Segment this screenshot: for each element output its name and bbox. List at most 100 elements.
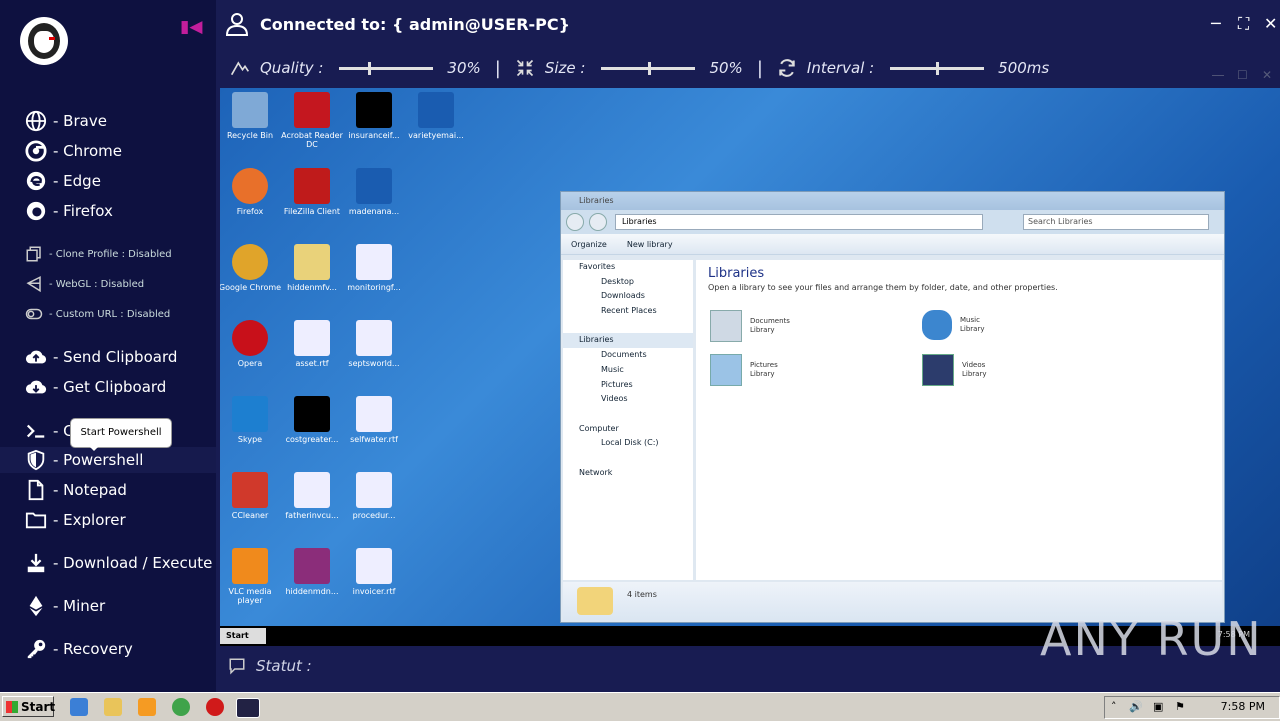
folder-icon bbox=[25, 512, 47, 529]
organize-button[interactable]: Organize bbox=[571, 240, 607, 249]
explorer-icon[interactable] bbox=[104, 698, 122, 716]
desktop-icon[interactable]: fatherinvcu... bbox=[280, 472, 344, 520]
library-item[interactable]: Documents Library bbox=[710, 310, 790, 342]
volume-icon[interactable]: 🔊 bbox=[1129, 700, 1143, 713]
nav-item[interactable]: Libraries bbox=[563, 333, 693, 349]
sidebar-item-powershell[interactable]: - Powershell bbox=[25, 448, 143, 472]
sidebar-item-custom-url[interactable]: - Custom URL : Disabled bbox=[25, 302, 170, 326]
desktop-icon-label: fatherinvcu... bbox=[285, 511, 339, 520]
nav-item[interactable]: Recent Places bbox=[563, 304, 693, 319]
sidebar-item-recovery[interactable]: - Recovery bbox=[25, 637, 133, 661]
desktop-icon-graphic bbox=[294, 320, 330, 356]
desktop-icon[interactable]: monitoringf... bbox=[342, 244, 406, 292]
sidebar-item-brave[interactable]: - Brave bbox=[25, 109, 107, 133]
quality-slider[interactable] bbox=[339, 61, 434, 75]
desktop-icon-graphic bbox=[356, 320, 392, 356]
nav-item[interactable]: Pictures bbox=[563, 378, 693, 393]
nav-item[interactable]: Favorites bbox=[563, 260, 693, 275]
tray-expand-icon[interactable]: ˄ bbox=[1111, 700, 1117, 713]
minimize-icon[interactable]: ─ bbox=[1211, 14, 1221, 33]
remote-desktop-view[interactable]: Recycle Bin Acrobat Reader DC insuranceif.… bbox=[220, 88, 1280, 646]
nav-item[interactable]: Desktop bbox=[563, 275, 693, 290]
sidebar-item-clone-profile[interactable]: - Clone Profile : Disabled bbox=[25, 242, 172, 266]
desktop-icon[interactable]: Acrobat Reader DC bbox=[280, 92, 344, 149]
remote-maximize-icon[interactable]: ☐ bbox=[1237, 68, 1248, 82]
taskbar-clock: 7:58 PM bbox=[1220, 700, 1265, 713]
desktop-icon[interactable]: VLC media player bbox=[220, 548, 282, 605]
desktop-icon-label: hiddenmdn... bbox=[285, 587, 339, 596]
nav-item[interactable]: Local Disk (C:) bbox=[563, 436, 693, 451]
search-input[interactable]: Search Libraries bbox=[1023, 214, 1209, 230]
remote-close-icon[interactable]: ✕ bbox=[1262, 68, 1272, 82]
nav-item[interactable]: Videos bbox=[563, 392, 693, 407]
sidebar-item-get-clipboard[interactable]: - Get Clipboard bbox=[25, 375, 166, 399]
remote-minimize-icon[interactable]: ― bbox=[1212, 68, 1224, 82]
connection-title: Connected to: { admin@USER-PC} bbox=[260, 14, 571, 34]
sidebar-item-miner[interactable]: - Miner bbox=[25, 594, 105, 618]
collapse-sidebar-icon[interactable]: ▮◀ bbox=[180, 17, 202, 37]
desktop-icon[interactable]: Firefox bbox=[220, 168, 282, 216]
flag-icon[interactable]: ⚑ bbox=[1175, 700, 1185, 713]
back-icon[interactable] bbox=[566, 213, 584, 231]
sidebar-item-chrome[interactable]: - Chrome bbox=[25, 139, 122, 163]
sidebar-item-cmd[interactable]: - C bbox=[25, 419, 74, 443]
nav-item[interactable]: Downloads bbox=[563, 289, 693, 304]
desktop-icon[interactable]: CCleaner bbox=[220, 472, 282, 520]
nav-item[interactable]: Music bbox=[563, 363, 693, 378]
media-player-icon[interactable] bbox=[138, 698, 156, 716]
library-item[interactable]: Videos Library bbox=[922, 354, 986, 386]
nav-item[interactable]: Computer bbox=[563, 422, 693, 437]
desktop-icon[interactable]: Recycle Bin bbox=[220, 92, 282, 140]
desktop-icon[interactable]: insuranceif... bbox=[342, 92, 406, 140]
user-icon bbox=[225, 13, 249, 36]
library-item[interactable]: Pictures Library bbox=[710, 354, 778, 386]
desktop-icon[interactable]: Opera bbox=[220, 320, 282, 368]
size-slider[interactable] bbox=[601, 61, 696, 75]
desktop-icon[interactable]: hiddenmfv... bbox=[280, 244, 344, 292]
new-library-button[interactable]: New library bbox=[627, 240, 673, 249]
sidebar-item-explorer[interactable]: - Explorer bbox=[25, 508, 126, 532]
remote-explorer-window[interactable]: Libraries Libraries Search Libraries Org… bbox=[560, 191, 1225, 623]
desktop-icon[interactable]: septsworld... bbox=[342, 320, 406, 368]
breadcrumb[interactable]: Libraries bbox=[615, 214, 983, 230]
close-icon[interactable]: ✕ bbox=[1264, 14, 1277, 33]
explorer-toolbar: Organize New library bbox=[561, 234, 1224, 255]
desktop-icon[interactable]: hiddenmdn... bbox=[280, 548, 344, 596]
chrome-icon[interactable] bbox=[172, 698, 190, 716]
desktop-icon-graphic bbox=[294, 472, 330, 508]
desktop-icon[interactable]: Skype bbox=[220, 396, 282, 444]
sidebar-item-notepad[interactable]: - Notepad bbox=[25, 478, 127, 502]
hvnc-app-icon[interactable] bbox=[236, 698, 260, 718]
sidebar-item-label: - Download / Execute bbox=[53, 554, 213, 572]
sidebar-item-send-clipboard[interactable]: - Send Clipboard bbox=[25, 345, 177, 369]
sidebar-item-download-execute[interactable]: - Download / Execute bbox=[25, 551, 212, 575]
desktop-icon[interactable]: invoicer.rtf bbox=[342, 548, 406, 596]
sidebar-item-label: - Miner bbox=[53, 597, 106, 615]
forward-icon[interactable] bbox=[589, 213, 607, 231]
desktop-icon-graphic bbox=[294, 92, 330, 128]
ie-icon[interactable] bbox=[70, 698, 88, 716]
desktop-icon[interactable]: procedur... bbox=[342, 472, 406, 520]
nav-item[interactable]: Network bbox=[563, 466, 693, 481]
network-icon[interactable]: ▣ bbox=[1153, 700, 1163, 713]
desktop-icon[interactable]: madenana... bbox=[342, 168, 406, 216]
desktop-icon[interactable]: costgreater... bbox=[280, 396, 344, 444]
start-button[interactable]: Start bbox=[2, 696, 55, 717]
sidebar-item-webgl[interactable]: - WebGL : Disabled bbox=[25, 272, 144, 296]
interval-slider[interactable] bbox=[890, 61, 985, 75]
library-item[interactable]: Music Library bbox=[922, 310, 984, 340]
sidebar-item-label: - Chrome bbox=[53, 142, 123, 160]
desktop-icon[interactable]: selfwater.rtf bbox=[342, 396, 406, 444]
nav-item[interactable]: Documents bbox=[563, 348, 693, 363]
desktop-icon[interactable]: Google Chrome bbox=[220, 244, 282, 292]
sidebar-item-label: - Firefox bbox=[53, 202, 113, 220]
sidebar-item-firefox[interactable]: - Firefox bbox=[25, 199, 113, 223]
sidebar-item-edge[interactable]: - Edge bbox=[25, 169, 101, 193]
ethereum-icon bbox=[29, 595, 43, 617]
maximize-icon[interactable]: ⛶ bbox=[1238, 14, 1249, 34]
desktop-icon[interactable]: FileZilla Client bbox=[280, 168, 344, 216]
desktop-icon[interactable]: asset.rtf bbox=[280, 320, 344, 368]
opera-icon[interactable] bbox=[206, 698, 224, 716]
desktop-icon[interactable]: varietyemai... bbox=[404, 92, 468, 140]
remote-start-button[interactable]: Start bbox=[220, 628, 266, 644]
